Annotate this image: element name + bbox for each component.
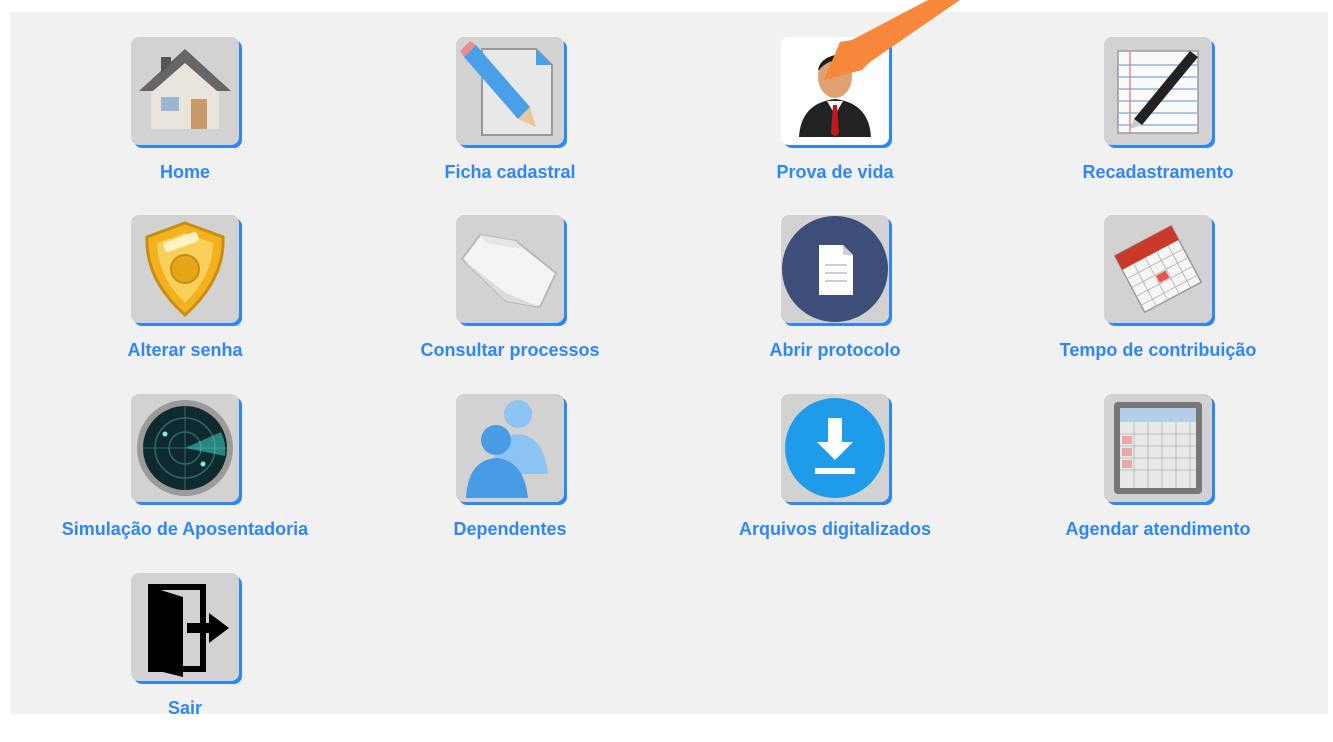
download-icon: [781, 394, 889, 502]
folder-icon: [456, 215, 564, 323]
menu-item-label: Agendar atendimento: [1065, 519, 1251, 539]
menu-item-recadastramento[interactable]: Recadastramento: [1008, 37, 1308, 197]
menu-item-sair[interactable]: Sair: [35, 573, 335, 733]
menu-item-home[interactable]: Home: [35, 37, 335, 197]
menu-item-label: Prova de vida: [776, 162, 894, 182]
house-icon: [131, 37, 239, 145]
menu-item-label: Dependentes: [453, 519, 567, 539]
police-badge-icon: [131, 215, 239, 323]
menu-item-consultar-processos[interactable]: Consultar processos: [360, 215, 660, 375]
menu-item-label: Ficha cadastral: [444, 162, 576, 182]
menu-item-label: Home: [159, 162, 210, 182]
businessman-icon: [781, 37, 889, 145]
users-icon: [456, 394, 564, 502]
radar-icon: [131, 394, 239, 502]
menu-item-label: Abrir protocolo: [769, 340, 901, 360]
calendar-icon: [1104, 215, 1212, 323]
menu-item-simulacao-de-aposentadoria[interactable]: Simulação de Aposentadoria: [35, 394, 335, 554]
exit-door-icon: [131, 573, 239, 681]
document-circle-icon: [781, 215, 889, 323]
schedule-calendar-icon: [1104, 394, 1212, 502]
menu-item-agendar-atendimento[interactable]: Agendar atendimento: [1008, 394, 1308, 554]
menu-item-ficha-cadastral[interactable]: Ficha cadastral: [360, 37, 660, 197]
menu-item-label: Simulação de Aposentadoria: [61, 519, 309, 539]
menu-item-label: Sair: [167, 698, 203, 718]
menu-item-label: Alterar senha: [127, 340, 243, 360]
menu-item-prova-de-vida[interactable]: Prova de vida: [685, 37, 985, 197]
menu-item-arquivos-digitalizados[interactable]: Arquivos digitalizados: [685, 394, 985, 554]
menu-item-abrir-protocolo[interactable]: Abrir protocolo: [685, 215, 985, 375]
menu-item-label: Consultar processos: [420, 340, 600, 360]
document-pencil-icon: [456, 37, 564, 145]
menu-item-label: Recadastramento: [1082, 162, 1234, 182]
menu-item-label: Arquivos digitalizados: [738, 519, 932, 539]
menu-item-alterar-senha[interactable]: Alterar senha: [35, 215, 335, 375]
notepad-pen-icon: [1104, 37, 1212, 145]
menu-item-tempo-de-contribuicao[interactable]: Tempo de contribuição: [1008, 215, 1308, 375]
menu-item-label: Tempo de contribuição: [1059, 340, 1257, 360]
menu-item-dependentes[interactable]: Dependentes: [360, 394, 660, 554]
